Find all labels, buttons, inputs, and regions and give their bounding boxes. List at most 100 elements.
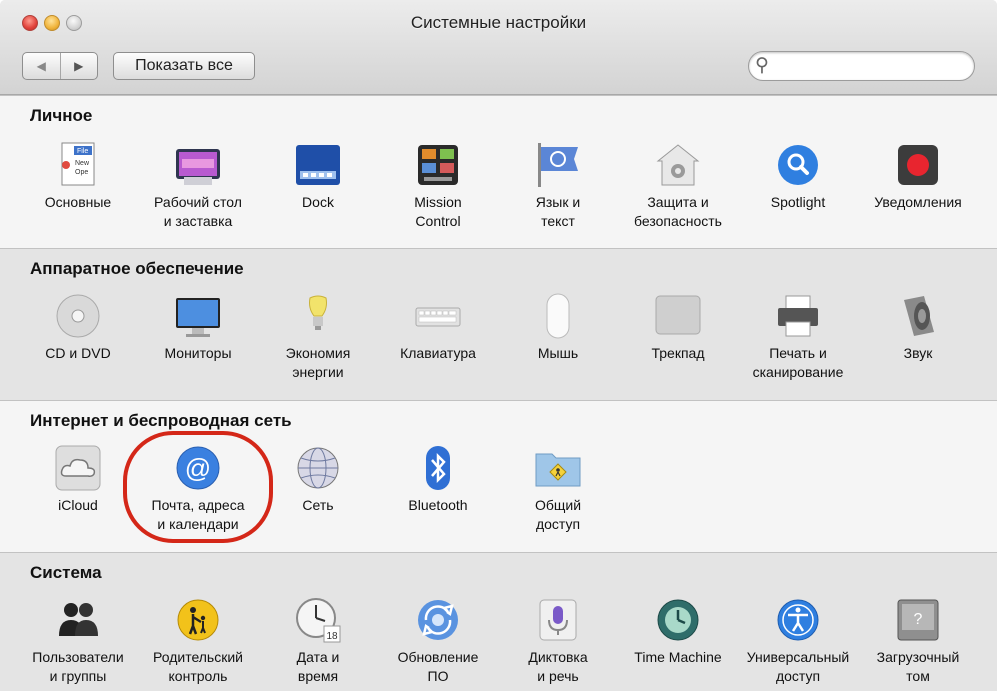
time-machine-icon [654,596,702,644]
pane-spotlight[interactable]: Spotlight [736,141,860,212]
pane-label: Основные [44,194,112,210]
search-input[interactable] [777,55,966,77]
red-highlight-circle [123,431,273,543]
forward-button[interactable]: ▶ [59,53,98,79]
show-all-button[interactable]: Показать все [113,52,255,80]
pane-label: Звук [903,345,933,361]
back-button[interactable]: ◀ [23,53,60,79]
accessibility-icon [774,596,822,644]
section-personal: Личное File New Ope Основные Рабочий стол … [0,95,997,248]
pane-energy[interactable]: Экономия энергии [256,292,380,382]
pane-icloud[interactable]: iCloud [16,444,140,515]
pane-dictation[interactable]: Диктовка и речь [496,596,620,686]
pane-label: Пользователи и группы [32,649,124,684]
pane-parental[interactable]: Родительский контроль [136,596,260,686]
svg-text:New: New [75,160,90,167]
pane-software-update[interactable]: Обновление ПО [376,596,500,686]
pane-label: Универсальный доступ [746,649,850,684]
pane-label: Обновление ПО [397,649,479,684]
users-icon [54,596,102,644]
pane-label: Уведомления [874,194,962,210]
search-icon: ⚲ [755,55,769,76]
parental-icon [174,596,222,644]
mission-control-icon [414,141,462,189]
titlebar: Системные настройки ◀ ▶ Показать все ⚲ [0,0,997,95]
pane-network[interactable]: Сеть [256,444,380,515]
section-hardware: Аппаратное обеспечение CD и DVD Мониторы… [0,248,997,400]
sharing-folder-icon [534,444,582,492]
pane-label: Bluetooth [408,497,468,513]
pane-language[interactable]: Язык и текст [496,141,620,231]
spotlight-icon [774,141,822,189]
pane-label: Общий доступ [534,497,582,532]
icloud-icon [54,444,102,492]
pane-date-time[interactable]: 18 Дата и время [256,596,380,686]
notifications-icon [894,141,942,189]
pane-sharing[interactable]: Общий доступ [496,444,620,534]
pane-dock[interactable]: Dock [256,141,380,212]
pane-notifications[interactable]: Уведомления [856,141,980,212]
pane-keyboard[interactable]: Клавиатура [376,292,500,363]
search-field[interactable]: ⚲ [748,51,975,81]
svg-text:?: ? [914,611,923,628]
pane-label: Сеть [302,497,334,513]
svg-text:File: File [77,148,88,155]
network-globe-icon [294,444,342,492]
printer-icon [774,292,822,340]
pane-label: Дата и время [296,649,340,684]
section-title: Система [30,563,102,582]
section-title: Аппаратное обеспечение [30,259,244,278]
general-icon: File New Ope [54,141,102,189]
pane-label: Родительский контроль [153,649,243,684]
section-title: Личное [30,106,93,125]
pane-sound[interactable]: Звук [856,292,980,363]
pane-label: Мониторы [164,345,232,361]
dock-icon [294,141,342,189]
pane-label: Язык и текст [535,194,581,229]
keyboard-icon [414,292,462,340]
pane-users[interactable]: Пользователи и группы [16,596,140,686]
section-title: Интернет и беспроводная сеть [30,411,292,430]
trackpad-icon [654,292,702,340]
energy-icon [294,292,342,340]
security-icon [654,141,702,189]
bluetooth-icon [414,444,462,492]
pane-label: Защита и безопасность [634,194,722,229]
section-system: Система Пользователи и группы Родительск… [0,552,997,691]
speaker-icon [894,292,942,340]
svg-text:Ope: Ope [75,169,88,176]
pane-label: Spotlight [770,194,826,210]
pane-label: Диктовка и речь [528,649,588,684]
pane-mouse[interactable]: Мышь [496,292,620,363]
monitor-icon [174,292,222,340]
system-preferences-window: Системные настройки ◀ ▶ Показать все ⚲ Л… [0,0,997,691]
pane-label: Мышь [537,345,579,361]
pane-label: Mission Control [414,194,462,229]
pane-label: Time Machine [634,649,722,665]
pane-general[interactable]: File New Ope Основные [16,141,140,212]
pane-label: Dock [302,194,334,210]
pane-label: iCloud [58,497,98,513]
pane-time-machine[interactable]: Time Machine [616,596,740,667]
language-icon [534,141,582,189]
pane-bluetooth[interactable]: Bluetooth [376,444,500,515]
pane-label: CD и DVD [45,345,111,361]
clock-icon: 18 [294,596,342,644]
pane-label: Рабочий стол и заставка [154,194,242,229]
cd-dvd-icon [54,292,102,340]
pane-label: Загрузочный том [876,649,960,684]
svg-text:18: 18 [326,631,338,642]
pane-label: Клавиатура [400,345,476,361]
nav-back-forward: ◀ ▶ [22,52,98,80]
pane-desktop[interactable]: Рабочий стол и заставка [136,141,260,231]
pane-cd-dvd[interactable]: CD и DVD [16,292,140,363]
pane-printer[interactable]: Печать и сканирование [736,292,860,382]
pane-trackpad[interactable]: Трекпад [616,292,740,363]
pane-security[interactable]: Защита и безопасность [616,141,740,231]
desktop-icon [174,141,222,189]
pane-label: Трекпад [651,345,705,361]
pane-mission-control[interactable]: Mission Control [376,141,500,231]
pane-accessibility[interactable]: Универсальный доступ [736,596,860,686]
pane-monitors[interactable]: Мониторы [136,292,260,363]
pane-startup-disk[interactable]: ? Загрузочный том [856,596,980,686]
